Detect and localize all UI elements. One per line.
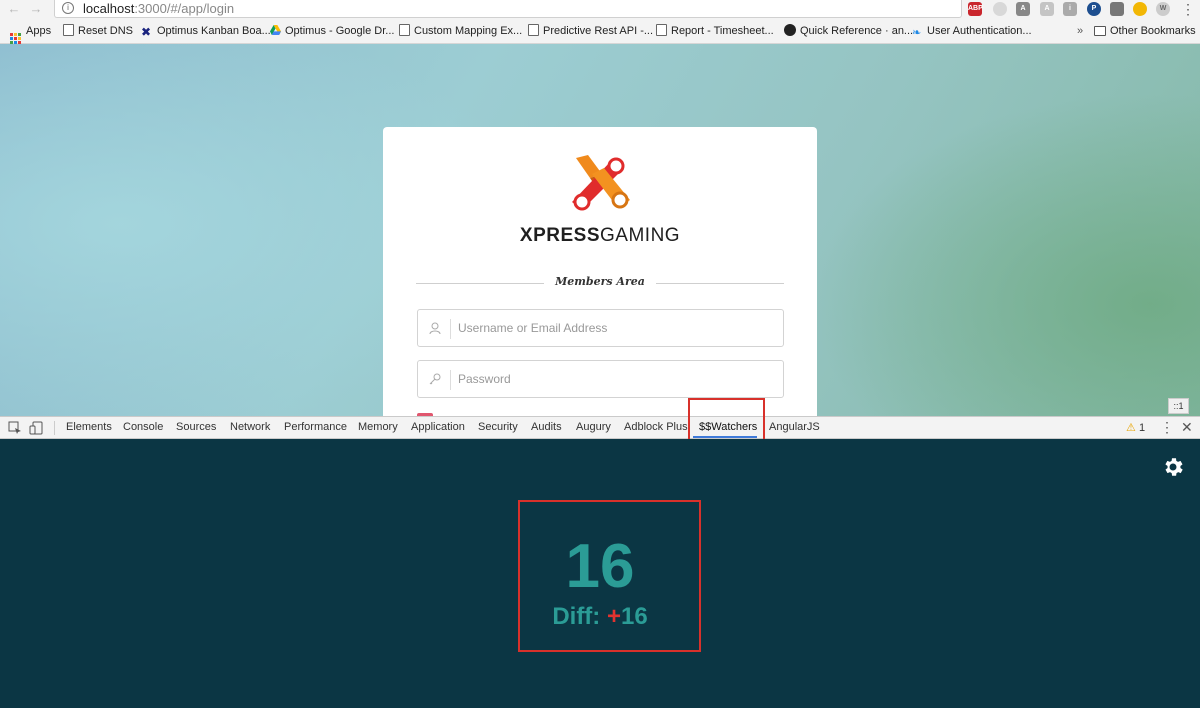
bookmark-label: Optimus - Google Dr... (285, 25, 395, 37)
bookmark-report-timesheet[interactable]: Report - Timesheet... (656, 23, 774, 40)
coords-badge: ::1 (1168, 398, 1189, 414)
user-icon (429, 322, 441, 334)
bookmark-optimus-kanban[interactable]: ✖ Optimus Kanban Boa... (141, 23, 271, 40)
angular-extension-icon[interactable]: A (1016, 2, 1030, 16)
tab-augury[interactable]: Augury (576, 421, 611, 433)
devtools-menu-kebab-icon[interactable]: ⋮ (1160, 419, 1174, 436)
page-viewport: XPRESSGAMING Members Area (0, 44, 1200, 416)
ip-extension-icon[interactable]: P (1087, 2, 1101, 16)
document-icon (399, 24, 410, 36)
bookmark-apps[interactable]: Apps (10, 23, 52, 44)
info-icon[interactable]: i (62, 2, 74, 14)
bookmark-label: Custom Mapping Ex... (414, 25, 523, 37)
close-devtools-icon[interactable]: ✕ (1181, 419, 1193, 436)
bookmark-label: Other Bookmarks (1110, 25, 1196, 37)
section-title: Members Area (555, 275, 645, 288)
password-input[interactable] (458, 369, 768, 389)
device-toolbar-icon[interactable] (29, 421, 43, 435)
check-extension-icon[interactable] (1110, 2, 1124, 16)
field-separator (450, 370, 451, 390)
tab-console[interactable]: Console (123, 421, 163, 433)
username-input[interactable] (458, 318, 768, 338)
google-drive-icon (270, 24, 281, 36)
apps-grid-icon (10, 33, 21, 44)
diff-sign: + (606, 603, 621, 630)
field-separator (450, 319, 451, 339)
bookmark-user-authentication[interactable]: ❧ User Authentication... (912, 23, 1032, 40)
bookmark-label: User Authentication... (927, 25, 1032, 37)
bookmark-predictive-rest-api[interactable]: Predictive Rest API -... (528, 23, 653, 40)
tab-adblock-plus[interactable]: Adblock Plus (624, 421, 688, 433)
tab-audits[interactable]: Audits (531, 421, 562, 433)
warnings-counter[interactable]: ⚠ 1 (1126, 421, 1145, 434)
tab-security[interactable]: Security (478, 421, 518, 433)
bookmark-label: Reset DNS (78, 25, 134, 37)
info-extension-icon[interactable]: i (1063, 2, 1077, 16)
w-extension-icon[interactable]: W (1156, 2, 1170, 16)
warning-icon: ⚠ (1126, 422, 1136, 434)
gear-icon[interactable] (1161, 455, 1185, 479)
devtools-tab-bar: Elements Console Sources Network Perform… (0, 416, 1200, 439)
diff-value: 16 (620, 603, 648, 630)
adblock-extension-icon[interactable]: ABP (968, 2, 983, 16)
folder-icon (1094, 26, 1106, 36)
xpressgaming-logo-icon (572, 155, 630, 211)
document-icon (656, 24, 667, 36)
brand-bold-text: XPRESS (519, 225, 601, 246)
url-text[interactable]: localhost:3000/#/app/login (83, 1, 234, 16)
bookmark-label: Apps (26, 25, 52, 37)
kanban-icon: ✖ (141, 25, 152, 39)
url-path: :3000/#/app/login (134, 1, 235, 16)
menu-kebab-icon[interactable]: ⋮ (1180, 1, 1196, 17)
forward-arrow-icon[interactable]: → (28, 1, 44, 17)
bookmark-other-bookmarks[interactable]: Other Bookmarks (1094, 23, 1196, 40)
moon-extension-icon[interactable] (1133, 2, 1147, 16)
diff-label: Diff: (552, 603, 601, 630)
key-icon (429, 373, 441, 385)
tab-angularjs[interactable]: AngularJS (769, 421, 820, 433)
tab-network[interactable]: Network (230, 421, 270, 433)
lightning-icon: ❧ (912, 27, 922, 39)
tab-performance[interactable]: Performance (284, 421, 347, 433)
watchers-count: 16 (565, 532, 635, 601)
document-icon (63, 24, 74, 36)
bookmark-label: Optimus Kanban Boa... (157, 25, 271, 37)
warning-count: 1 (1138, 422, 1146, 434)
bookmark-label: Report - Timesheet... (671, 25, 774, 37)
tab-sources[interactable]: Sources (176, 421, 216, 433)
tab-application[interactable]: Application (411, 421, 465, 433)
bookmark-optimus-drive[interactable]: Optimus - Google Dr... (270, 23, 394, 40)
divider-right (656, 283, 784, 284)
password-field-wrapper (417, 360, 784, 398)
url-bar[interactable]: i localhost:3000/#/app/login ☆ (54, 0, 1006, 18)
bookmarks-bar: Apps Reset DNS ✖ Optimus Kanban Boa... Op… (0, 19, 1200, 44)
tab-elements[interactable]: Elements (66, 421, 112, 433)
bookmark-custom-mapping[interactable]: Custom Mapping Ex... (399, 23, 522, 40)
back-arrow-icon[interactable]: ← (6, 1, 22, 17)
bookmark-label: Quick Reference · an... (800, 25, 914, 37)
login-card: XPRESSGAMING Members Area (383, 127, 817, 416)
members-area-heading: Members Area (416, 273, 784, 293)
brand-light-text: GAMING (600, 225, 681, 246)
address-bar-row: ← → i localhost:3000/#/app/login ☆ ABP A… (0, 0, 1200, 19)
inspect-element-icon[interactable] (8, 421, 22, 435)
toolbar-divider (54, 421, 55, 435)
extension-icon[interactable] (993, 2, 1007, 16)
username-field-wrapper (417, 309, 784, 347)
github-icon (784, 24, 796, 36)
bookmark-reset-dns[interactable]: Reset DNS (63, 23, 133, 40)
bookmarks-overflow-chevron[interactable]: » (1077, 23, 1083, 40)
bookmark-label: Predictive Rest API -... (543, 25, 654, 37)
watchers-panel: 16 Diff: +16 (0, 439, 1200, 708)
augury-extension-icon[interactable]: A (1040, 2, 1054, 16)
url-host: localhost (83, 1, 135, 16)
brand-wordmark: XPRESSGAMING (383, 225, 817, 247)
bookmark-quick-reference[interactable]: Quick Reference · an... (784, 23, 913, 40)
watchers-diff: Diff: +16 (0, 603, 1200, 631)
document-icon (528, 24, 539, 36)
tab-memory[interactable]: Memory (358, 421, 398, 433)
